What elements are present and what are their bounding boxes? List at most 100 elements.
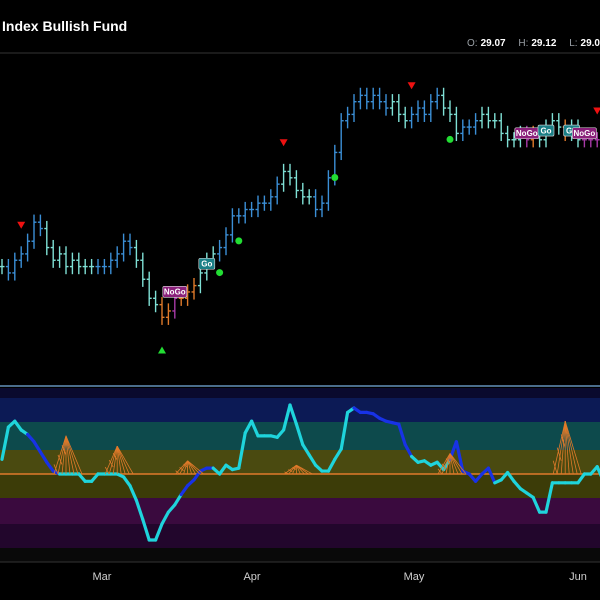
ohlc-bar[interactable] <box>453 106 459 142</box>
ohlc-bar[interactable] <box>345 106 351 129</box>
ohlc-bar[interactable] <box>479 106 485 129</box>
ohlc-bar[interactable] <box>12 252 18 281</box>
price-panel[interactable]: NoGoGoNoGo Go GoNoGo <box>0 82 600 354</box>
sell-signal-marker <box>279 139 288 147</box>
ohlc-bar[interactable] <box>121 233 127 262</box>
ohlc-bar[interactable] <box>402 106 408 129</box>
oscillator-band <box>0 548 600 562</box>
signal-tag-nogo: NoGo <box>572 127 597 140</box>
ohlc-bar[interactable] <box>460 119 466 142</box>
ohlc-bar[interactable] <box>229 208 235 243</box>
go-dot-marker <box>235 237 243 245</box>
signal-tag-nogo: NoGo <box>162 285 188 298</box>
ohlc-bar[interactable] <box>293 170 299 199</box>
ohlc-bar[interactable] <box>146 271 152 306</box>
signal-tag-label: NoGo <box>164 288 186 297</box>
ohlc-bar[interactable] <box>351 94 357 122</box>
ohlc-bar[interactable] <box>415 100 421 122</box>
ohlc-bar[interactable] <box>492 113 498 129</box>
ohlc-bar[interactable] <box>306 189 312 205</box>
ohlc-bar[interactable] <box>364 87 370 110</box>
ohlc-bar[interactable] <box>313 189 319 218</box>
sell-signal-marker <box>593 107 600 115</box>
ohlc-bar[interactable] <box>396 94 402 122</box>
ohlc-bar[interactable] <box>268 189 274 211</box>
ohlc-bar[interactable] <box>165 303 171 325</box>
go-dot-marker <box>216 269 224 277</box>
ohlc-bar[interactable] <box>127 233 133 256</box>
signal-tag-go: Go <box>198 257 216 270</box>
ohlc-bar[interactable] <box>89 258 95 275</box>
ohlc-bar[interactable] <box>274 176 280 205</box>
ohlc-bar[interactable] <box>191 278 197 300</box>
ohlc-bar[interactable] <box>18 246 24 268</box>
ohlc-bar[interactable] <box>434 87 440 110</box>
signal-tag-label: Go <box>201 260 212 269</box>
ohlc-bar[interactable] <box>69 252 75 275</box>
oscillator-band <box>0 398 600 422</box>
ohlc-bar[interactable] <box>63 246 69 275</box>
oscillator-band <box>0 498 600 524</box>
ohlc-bar[interactable] <box>242 201 248 224</box>
ohlc-bar[interactable] <box>409 106 415 129</box>
ohlc-bar[interactable] <box>389 94 395 116</box>
ohlc-bar[interactable] <box>255 195 261 218</box>
ohlc-bar[interactable] <box>153 290 159 313</box>
ohlc-bar[interactable] <box>236 208 242 224</box>
ohlc-bar[interactable] <box>377 87 383 110</box>
ohlc-bar[interactable] <box>319 195 325 218</box>
ohlc-bar[interactable] <box>140 252 146 287</box>
ohlc-bar[interactable] <box>357 87 363 110</box>
ohlc-bar[interactable] <box>421 100 427 122</box>
ohlc-bar[interactable] <box>428 94 434 122</box>
ohlc-bar[interactable] <box>31 214 37 249</box>
ohlc-bar[interactable] <box>159 297 165 325</box>
ohlc-bar[interactable] <box>556 113 562 135</box>
ohlc-bar[interactable] <box>82 258 88 275</box>
ohlc-bar[interactable] <box>249 201 255 218</box>
sell-signal-marker <box>407 82 416 90</box>
ohlc-bar[interactable] <box>114 246 120 268</box>
go-dot-marker <box>446 135 454 143</box>
ohlc-bar[interactable] <box>370 87 376 110</box>
ohlc-bar[interactable] <box>44 220 50 256</box>
ohlc-bar[interactable] <box>223 227 229 256</box>
x-axis: Mar Apr May Jun <box>93 571 587 583</box>
signal-tag-label: NoGo <box>516 129 538 138</box>
ohlc-bar[interactable] <box>441 87 447 116</box>
signal-tag-label: Go <box>540 126 551 135</box>
oscillator-band <box>0 388 600 398</box>
ohlc-bar[interactable] <box>281 163 287 192</box>
ohlc-bar[interactable] <box>133 239 139 268</box>
signal-tag-label: NoGo <box>574 129 596 138</box>
buy-signal-marker <box>158 346 166 354</box>
ohlc-bar[interactable] <box>498 113 504 142</box>
ohlc-bar[interactable] <box>261 195 267 211</box>
ohlc-bar[interactable] <box>383 94 389 116</box>
ohlc-bar[interactable] <box>466 119 472 135</box>
ohlc-bar[interactable] <box>37 214 43 237</box>
ohlc-bar[interactable] <box>101 258 107 275</box>
ohlc-bar[interactable] <box>5 258 11 281</box>
ohlc-bar[interactable] <box>473 113 479 135</box>
ohlc-bar[interactable] <box>0 258 5 275</box>
ohlc-bar[interactable] <box>76 252 82 275</box>
ohlc-bar[interactable] <box>447 100 453 122</box>
ohlc-bar[interactable] <box>505 125 511 148</box>
ohlc-bar[interactable] <box>338 113 344 161</box>
go-dot-marker <box>331 173 339 181</box>
chart-canvas[interactable]: NoGoGoNoGo Go GoNoGo Mar Apr May Jun <box>0 0 600 600</box>
ohlc-bar[interactable] <box>485 106 491 129</box>
ohlc-bar[interactable] <box>287 163 293 186</box>
signal-tag-nogo: NoGo <box>514 127 540 140</box>
ohlc-bar[interactable] <box>95 258 101 275</box>
month-label-apr: Apr <box>243 571 260 583</box>
ohlc-bar[interactable] <box>217 239 223 262</box>
ohlc-bar[interactable] <box>57 246 63 268</box>
ohlc-bar[interactable] <box>25 233 31 262</box>
ohlc-bar[interactable] <box>300 182 306 205</box>
ohlc-bar[interactable] <box>108 252 114 275</box>
ohlc-bar[interactable] <box>325 170 331 211</box>
oscillator-band <box>0 524 600 548</box>
ohlc-bar[interactable] <box>50 239 56 268</box>
